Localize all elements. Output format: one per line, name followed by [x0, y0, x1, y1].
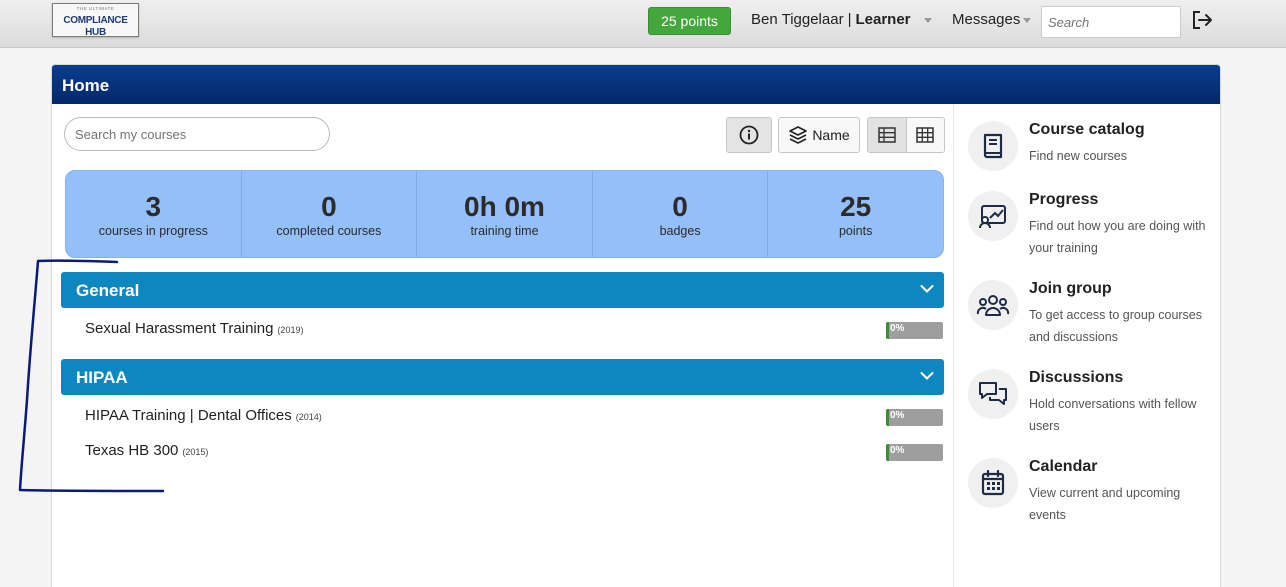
list-view-icon [878, 127, 896, 143]
sort-label: Name [812, 127, 850, 143]
sidebar-item-title[interactable]: Calendar [1029, 458, 1097, 476]
stat-value: 25 [840, 191, 872, 222]
stat-points: 25 points [768, 171, 943, 257]
progress-fill [886, 409, 889, 426]
course-year: (2014) [295, 412, 322, 422]
info-icon [739, 125, 759, 145]
stat-label: courses in progress [98, 224, 208, 238]
course-title[interactable]: Texas HB 300 [85, 442, 178, 459]
stat-label: training time [470, 224, 539, 238]
stat-courses-in-progress: 3 courses in progress [66, 171, 242, 257]
stat-label: badges [659, 224, 701, 238]
sidebar: Course catalog Find new courses Progress… [953, 104, 1220, 587]
sidebar-item-title[interactable]: Course catalog [1029, 121, 1145, 139]
user-menu[interactable]: Ben Tiggelaar | Learner [751, 11, 911, 28]
chevron-down-icon[interactable] [920, 284, 934, 294]
stat-label: completed courses [276, 224, 382, 238]
chevron-down-icon[interactable] [920, 371, 934, 381]
group-header-general[interactable]: General [61, 272, 944, 308]
grid-view-button[interactable] [906, 118, 944, 152]
sidebar-item-desc: Hold conversations with fellow users [1029, 397, 1197, 433]
progress-fill [886, 322, 889, 339]
stat-value: 0 [321, 191, 337, 222]
progress-text: 0% [890, 445, 905, 456]
chat-icon [968, 369, 1018, 419]
course-progress-bar: 0% [886, 409, 943, 426]
course-progress-bar: 0% [886, 444, 943, 461]
logo-tagline: THE ULTIMATE [76, 6, 115, 11]
user-menu-caret-icon[interactable] [924, 18, 932, 23]
stats-panel: 3 courses in progress 0 completed course… [65, 170, 944, 258]
sidebar-item-title[interactable]: Join group [1029, 280, 1112, 298]
messages-menu[interactable]: Messages [952, 11, 1020, 28]
course-row[interactable]: Texas HB 300 (2015) 0% [85, 442, 943, 464]
progress-text: 0% [890, 323, 905, 334]
book-icon [968, 121, 1018, 171]
sort-button[interactable]: Name [778, 117, 860, 153]
logo-text: COMPLIANCE HUB [63, 15, 128, 38]
course-year: (2015) [182, 447, 209, 457]
view-toggle [867, 117, 945, 153]
calendar-icon [968, 458, 1018, 508]
course-progress-bar: 0% [886, 322, 943, 339]
stat-completed-courses: 0 completed courses [242, 171, 418, 257]
stat-value: 0 [672, 191, 688, 222]
main-column: Name 3 courses in progress [52, 104, 953, 587]
stat-value: 0h 0m [464, 191, 545, 222]
sidebar-item-desc: Find new courses [1029, 149, 1127, 163]
layers-icon [789, 126, 808, 144]
user-role: Learner [855, 11, 911, 28]
sidebar-item-desc: Find out how you are doing with your tra… [1029, 219, 1206, 255]
user-separator: | [847, 11, 852, 28]
sidebar-item-desc: View current and upcoming events [1029, 486, 1181, 522]
grid-view-icon [916, 127, 934, 143]
group-header-hipaa[interactable]: HIPAA [61, 359, 944, 395]
logout-icon[interactable] [1192, 10, 1214, 30]
points-badge[interactable]: 25 points [648, 7, 731, 35]
messages-caret-icon[interactable] [1023, 18, 1031, 23]
course-year: (2019) [277, 325, 304, 335]
home-card: Home Name [51, 64, 1221, 587]
stat-label: points [838, 224, 873, 238]
sidebar-item-desc: To get access to group courses and discu… [1029, 308, 1203, 344]
user-name: Ben Tiggelaar [751, 11, 844, 28]
list-view-button[interactable] [868, 118, 907, 152]
group-name: General [76, 281, 140, 300]
compliance-hub-logo[interactable]: THE ULTIMATE COMPLIANCE HUB [52, 3, 139, 38]
top-navigation-bar: THE ULTIMATE COMPLIANCE HUB 25 points Be… [0, 0, 1286, 48]
search-courses-input[interactable] [64, 117, 330, 151]
stat-value: 3 [145, 191, 162, 222]
course-title[interactable]: HIPAA Training | Dental Offices [85, 407, 292, 424]
progress-text: 0% [890, 410, 905, 421]
group-name: HIPAA [76, 368, 128, 387]
global-search-input[interactable] [1041, 6, 1181, 38]
stat-training-time: 0h 0m training time [417, 171, 593, 257]
course-row[interactable]: HIPAA Training | Dental Offices (2014) 0% [85, 407, 943, 429]
group-icon [968, 280, 1018, 330]
course-row[interactable]: Sexual Harassment Training (2019) 0% [85, 320, 943, 342]
progress-fill [886, 444, 889, 461]
info-button[interactable] [726, 117, 772, 153]
stat-badges: 0 badges [593, 171, 769, 257]
sidebar-item-title[interactable]: Progress [1029, 191, 1098, 209]
course-title[interactable]: Sexual Harassment Training [85, 320, 273, 337]
progress-chart-icon [968, 191, 1018, 241]
sidebar-item-title[interactable]: Discussions [1029, 369, 1123, 387]
page-title: Home [52, 65, 1220, 104]
